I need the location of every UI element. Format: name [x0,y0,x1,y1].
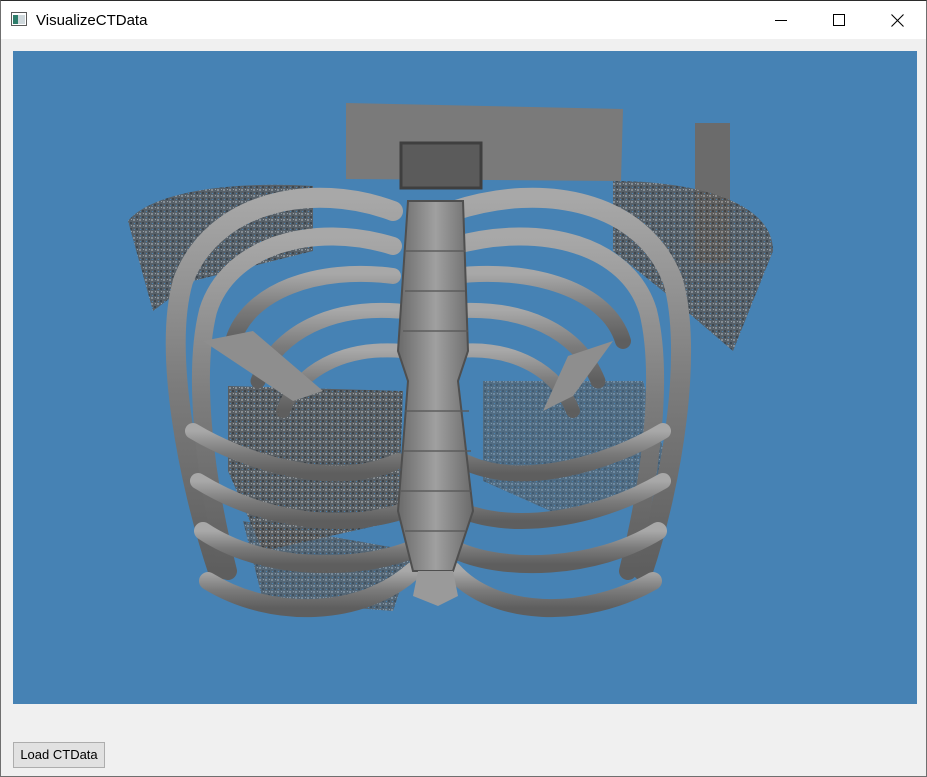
xiphoid [413,571,458,606]
load-ctdata-button[interactable]: Load CTData [13,742,105,768]
window-app-icon [11,12,27,26]
scan-table-slot [399,141,483,190]
sternum [396,200,475,572]
scan-table-board [346,103,623,181]
minimize-icon [775,20,787,21]
minimize-button[interactable] [752,1,810,39]
ct-volume-rendering [128,103,773,618]
title-bar[interactable]: VisualizeCTData [1,1,926,39]
render-viewport[interactable] [13,51,917,704]
maximize-icon [833,14,845,26]
close-icon [890,13,904,27]
window-title: VisualizeCTData [36,12,148,29]
close-button[interactable] [868,1,926,39]
app-window: VisualizeCTData Load CTData [0,0,927,777]
maximize-button[interactable] [810,1,868,39]
